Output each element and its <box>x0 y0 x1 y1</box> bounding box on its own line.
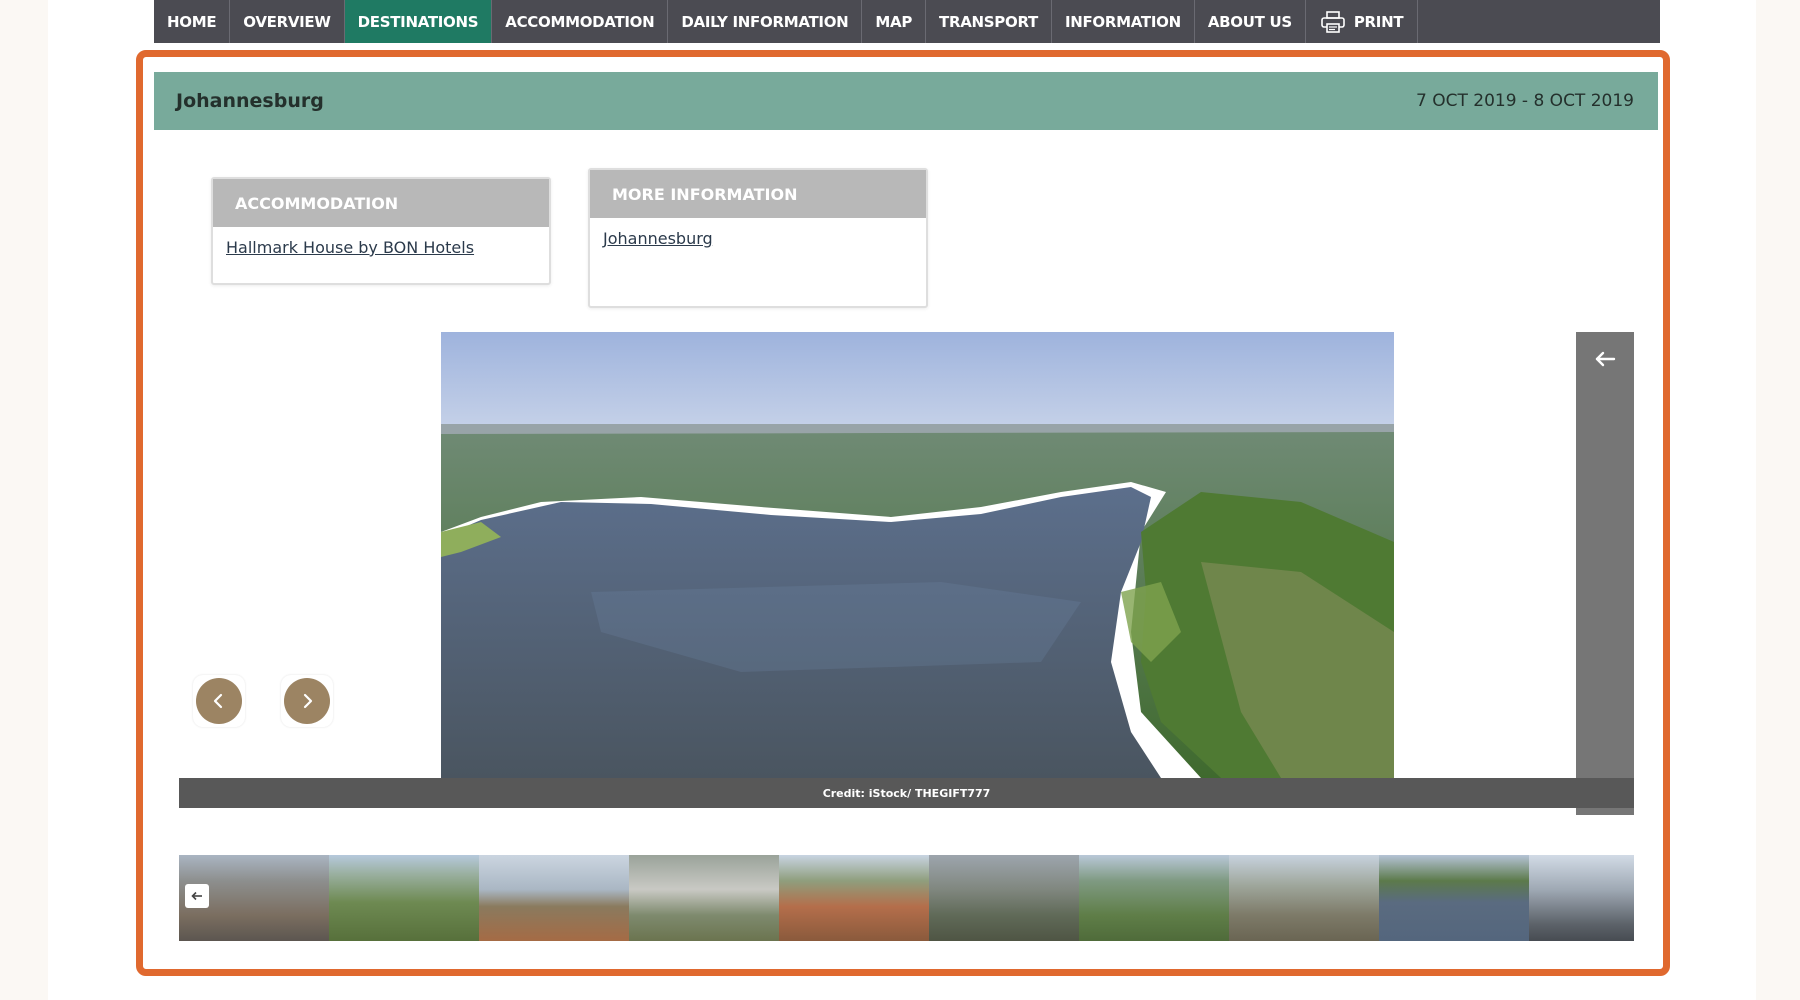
nav-item-accommodation[interactable]: ACCOMMODATION <box>492 0 669 43</box>
nav-item-about-us[interactable]: ABOUT US <box>1195 0 1306 43</box>
printer-icon <box>1321 10 1345 33</box>
nav-item-destinations[interactable]: DESTINATIONS <box>344 0 493 43</box>
nav-item-home[interactable]: HOME <box>154 0 231 43</box>
nav-item-transport[interactable]: TRANSPORT <box>926 0 1052 43</box>
print-label: PRINT <box>1353 12 1404 31</box>
nav-item-information[interactable]: INFORMATION <box>1052 0 1195 43</box>
nav-item-map[interactable]: MAP <box>862 0 927 43</box>
main-navigation: HOME OVERVIEW DESTINATIONS ACCOMMODATION… <box>154 0 1660 43</box>
highlight-frame <box>136 50 1670 976</box>
print-button[interactable]: PRINT <box>1306 0 1419 43</box>
nav-item-daily-information[interactable]: DAILY INFORMATION <box>668 0 863 43</box>
nav-item-overview[interactable]: OVERVIEW <box>230 0 345 43</box>
